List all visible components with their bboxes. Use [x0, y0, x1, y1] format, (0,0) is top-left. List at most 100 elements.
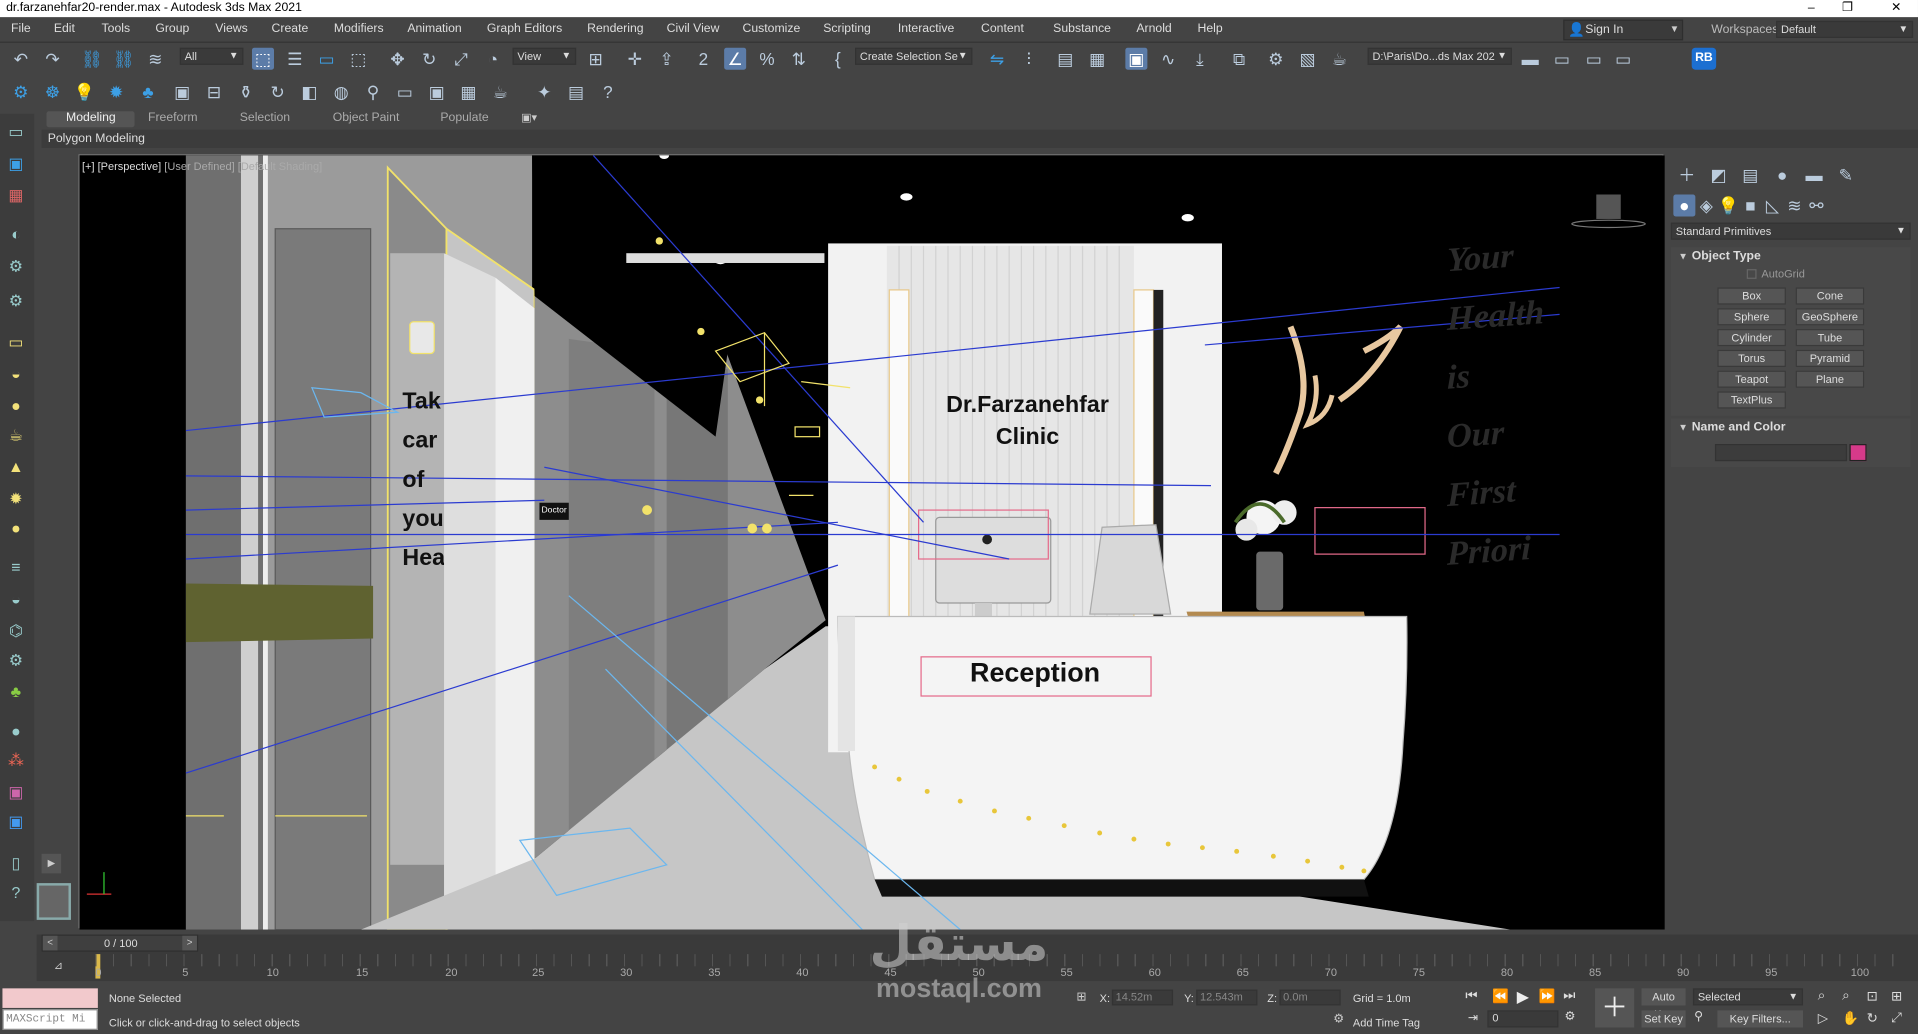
menu-scripting[interactable]: Scripting: [823, 22, 871, 35]
create-panel-icon[interactable]: ▣: [2, 153, 29, 175]
time-tag-icon[interactable]: ⚙: [1333, 1013, 1344, 1026]
rotate-icon[interactable]: ↻: [418, 48, 440, 70]
project-path-field[interactable]: D:\Paris\Do...ds Max 202 ▼: [1367, 47, 1512, 65]
redo-icon[interactable]: ↷: [42, 48, 64, 70]
motion-tab-icon[interactable]: ●: [1771, 164, 1793, 186]
globe-icon[interactable]: ●: [2, 720, 29, 742]
display-icon[interactable]: ⚙: [2, 290, 29, 312]
absolute-mode-icon[interactable]: ⊞: [1076, 991, 1086, 1004]
previous-key-icon[interactable]: ⏪: [1492, 988, 1509, 1005]
select-object-icon[interactable]: ⬚: [251, 47, 274, 70]
rotate-view-icon[interactable]: ↻: [267, 81, 289, 103]
viewport-icon[interactable]: ▭: [394, 81, 416, 103]
time-config-icon[interactable]: ⚙: [1564, 1010, 1575, 1023]
zoom-extents-icon[interactable]: ⊡: [1867, 988, 1878, 1005]
light-bulb-icon[interactable]: ⚲: [362, 81, 384, 103]
rectangular-selection-icon[interactable]: ▭: [316, 48, 338, 70]
align-icon[interactable]: ⫶: [1018, 48, 1040, 70]
key-mode-icon[interactable]: ⇥: [1468, 1012, 1478, 1025]
menu-rendering[interactable]: Rendering: [587, 22, 643, 35]
lock-icon[interactable]: ▯: [2, 853, 29, 875]
link-icon[interactable]: ⛓: [81, 48, 103, 70]
helpers-icon[interactable]: ◺: [1761, 194, 1783, 216]
add-time-tag[interactable]: Add Time Tag: [1353, 1016, 1420, 1028]
close-button[interactable]: ✕: [1891, 0, 1901, 17]
modify-panel-icon[interactable]: ▦: [2, 185, 29, 207]
viewport-menu-plus[interactable]: [+]: [82, 160, 95, 172]
menu-substance[interactable]: Substance: [1053, 22, 1111, 35]
set-key-big-button[interactable]: ＋: [1595, 988, 1635, 1028]
viewport-layout-icon[interactable]: ▭: [2, 121, 29, 143]
mirror-icon[interactable]: ⇋: [986, 48, 1008, 70]
next-frame-button[interactable]: >: [182, 935, 197, 951]
menu-help[interactable]: Help: [1198, 22, 1223, 35]
keyboard-shortcut-icon[interactable]: ⇪: [656, 48, 678, 70]
maximize-viewport-icon[interactable]: ⤢: [1891, 1010, 1902, 1026]
named-selection-icon[interactable]: {: [827, 48, 849, 70]
spacewarps-icon[interactable]: ≋: [1783, 194, 1805, 216]
menu-group[interactable]: Group: [155, 22, 189, 35]
viewport-layout-tab[interactable]: [36, 883, 71, 920]
render-setup-icon[interactable]: ⚙: [1265, 48, 1287, 70]
light-icon[interactable]: 💡: [73, 81, 95, 103]
create-tab-icon[interactable]: ＋: [1676, 164, 1698, 186]
shader-ball-icon[interactable]: ◍: [330, 81, 352, 103]
sphere-icon[interactable]: ●: [2, 395, 29, 417]
hierarchy-tab-icon[interactable]: ▤: [1739, 164, 1761, 186]
expand-panel-button[interactable]: ▶: [41, 853, 62, 874]
cameras-icon[interactable]: ■: [1739, 194, 1761, 216]
rollout-collapse-icon[interactable]: ▼: [1678, 251, 1688, 262]
reference-coord-dropdown[interactable]: View ▼: [512, 47, 577, 65]
disc-icon[interactable]: ●: [2, 517, 29, 539]
rb-plugin-badge[interactable]: RB: [1691, 47, 1717, 70]
menu-interactive[interactable]: Interactive: [898, 22, 954, 35]
help-circle-icon[interactable]: ?: [2, 882, 29, 904]
project-settings-icon[interactable]: ▭: [1612, 48, 1634, 70]
menu-tools[interactable]: Tools: [102, 22, 131, 35]
scale-icon[interactable]: ⤢: [450, 48, 472, 70]
menu-views[interactable]: Views: [215, 22, 247, 35]
y-coordinate-field[interactable]: 12.543m: [1196, 989, 1258, 1006]
menu-modifiers[interactable]: Modifiers: [334, 22, 384, 35]
pan-icon[interactable]: ✋: [1842, 1010, 1859, 1027]
menu-civil-view[interactable]: Civil View: [667, 22, 720, 35]
menu-file[interactable]: File: [11, 22, 31, 35]
go-to-start-icon[interactable]: ⏮: [1465, 988, 1477, 1004]
open-project-icon[interactable]: ▭: [1551, 48, 1573, 70]
track-bar[interactable]: ⊿ 0 5 10 15 20 25 30 35 40 45 50 55 60 6…: [36, 954, 1918, 982]
selection-filter-dropdown[interactable]: All ▼: [179, 47, 244, 65]
teapot-icon[interactable]: ☕: [489, 81, 511, 103]
render-icon[interactable]: ▣: [2, 782, 29, 804]
name-color-title[interactable]: Name and Color: [1692, 421, 1786, 434]
menu-animation[interactable]: Animation: [407, 22, 461, 35]
unlink-icon[interactable]: ⛓: [113, 48, 135, 70]
grid-icon[interactable]: ▦: [457, 81, 479, 103]
menu-edit[interactable]: Edit: [54, 22, 75, 35]
biped-icon[interactable]: ☸: [42, 81, 64, 103]
place-icon[interactable]: ◔: [482, 48, 504, 70]
textplus-button[interactable]: TextPlus: [1717, 391, 1786, 409]
list-icon[interactable]: ▤: [565, 81, 587, 103]
field-of-view-icon[interactable]: ▷: [1818, 1010, 1828, 1027]
rollout-collapse-icon[interactable]: ▼: [1678, 422, 1688, 433]
menu-create[interactable]: Create: [272, 22, 309, 35]
lights-icon[interactable]: 💡: [1717, 194, 1739, 216]
snaps-toggle-icon[interactable]: 2: [692, 48, 714, 70]
time-slider[interactable]: < 0 / 100 >: [41, 934, 199, 952]
project-folder-icon[interactable]: ▬: [1519, 48, 1541, 70]
environment-icon[interactable]: ▣: [171, 81, 193, 103]
layer-explorer-icon[interactable]: ▦: [1086, 48, 1108, 70]
angle-snap-icon[interactable]: ∠: [724, 47, 747, 70]
menu-customize[interactable]: Customize: [742, 22, 800, 35]
play-icon[interactable]: ▶: [1517, 987, 1529, 1007]
autogrid-checkbox[interactable]: [1746, 269, 1757, 279]
stairs-icon[interactable]: ≡: [2, 557, 29, 579]
maxscript-mini-listener[interactable]: MAXScript Mi: [2, 1009, 98, 1030]
zoom-extents-all-icon[interactable]: ⊞: [1891, 988, 1902, 1005]
perspective-viewport[interactable]: [+] [Perspective] [User Defined] [Defaul…: [78, 151, 1665, 932]
tree-icon[interactable]: ♣: [137, 81, 159, 103]
frame-window-icon[interactable]: ▣: [426, 81, 448, 103]
zoom-icon[interactable]: ⌕: [1818, 988, 1826, 1004]
dope-sheet-icon[interactable]: ⤓: [1189, 48, 1211, 70]
material-editor-icon[interactable]: ⊟: [203, 81, 225, 103]
